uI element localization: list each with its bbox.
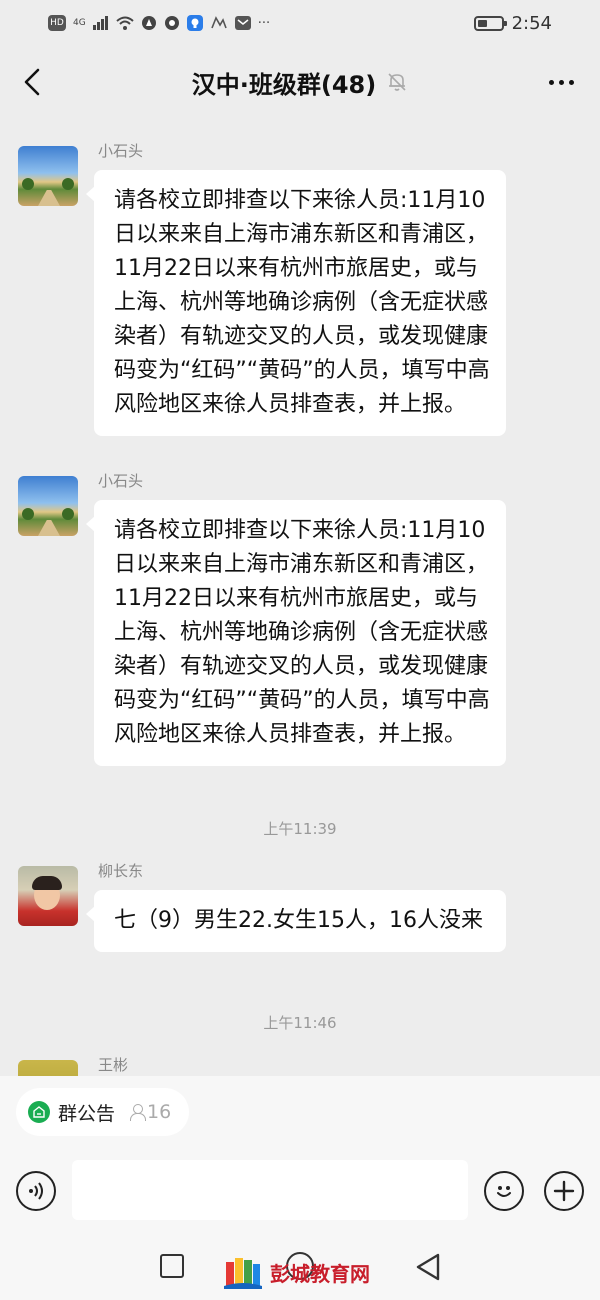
notice-count: 16 bbox=[129, 1101, 171, 1123]
time-separator: 上午11:46 bbox=[263, 1014, 337, 1032]
message-item: 柳长东 七（9）男生22.女生15人，16人没来 bbox=[18, 862, 588, 952]
voice-icon bbox=[29, 1182, 43, 1200]
smiley-icon bbox=[497, 1186, 511, 1197]
status-bar: HD 4G ··· 2:54 bbox=[0, 0, 600, 46]
road-shape bbox=[38, 190, 60, 206]
tree-shape bbox=[62, 508, 74, 520]
landscape-avatar[interactable] bbox=[18, 146, 78, 206]
plus-icon bbox=[553, 1180, 575, 1202]
wifi-icon bbox=[116, 16, 134, 30]
chat-title: 汉中·班级群(48) bbox=[191, 70, 377, 99]
emoji-button[interactable] bbox=[484, 1171, 524, 1211]
network-type-label: 4G bbox=[73, 18, 86, 28]
app-notification-icon bbox=[210, 16, 227, 29]
hair-shape bbox=[32, 876, 62, 890]
message-list[interactable]: 小石头 请各校立即排查以下来徐人员:11月10日以来来自上海市浦东新区和青浦区，… bbox=[0, 118, 600, 1076]
message-item: 小石头 请各校立即排查以下来徐人员:11月10日以来来自上海市浦东新区和青浦区，… bbox=[18, 472, 588, 766]
title-group: 汉中·班级群(48) bbox=[192, 65, 408, 100]
location-app-icon bbox=[141, 16, 156, 30]
chevron-left-icon bbox=[24, 68, 40, 96]
clock: 2:54 bbox=[511, 12, 552, 34]
bulb-app-icon bbox=[186, 15, 203, 31]
message-item: 小石头 请各校立即排查以下来徐人员:11月10日以来来自上海市浦东新区和青浦区，… bbox=[18, 142, 588, 436]
hd-badge: HD bbox=[48, 15, 66, 31]
time-separator: 上午11:39 bbox=[263, 820, 337, 838]
more-notifications-icon: ··· bbox=[257, 15, 271, 31]
more-dot bbox=[548, 79, 554, 85]
mute-bell-icon bbox=[388, 73, 406, 91]
books-logo-icon bbox=[224, 1258, 262, 1289]
field-avatar[interactable] bbox=[18, 1060, 78, 1076]
message-bubble[interactable]: 七（9）男生22.女生15人，16人没来 bbox=[86, 890, 506, 952]
signal-icon bbox=[92, 16, 108, 30]
notice-count-value: 16 bbox=[147, 1101, 172, 1123]
message-bubble[interactable]: 请各校立即排查以下来徐人员:11月10日以来来自上海市浦东新区和青浦区，11月2… bbox=[86, 500, 506, 766]
watermark: 彭城教育网 bbox=[224, 1254, 370, 1290]
sender-name: 小石头 bbox=[98, 472, 144, 490]
more-functions-button[interactable] bbox=[544, 1171, 584, 1211]
mail-app-icon bbox=[234, 16, 251, 30]
message-bubble[interactable]: 请各校立即排查以下来徐人员:11月10日以来来自上海市浦东新区和青浦区，11月2… bbox=[86, 170, 506, 436]
road-shape bbox=[38, 520, 60, 536]
back-button[interactable] bbox=[14, 64, 50, 100]
notice-icon bbox=[28, 1101, 50, 1123]
sender-name: 小石头 bbox=[98, 142, 144, 160]
recent-apps-button[interactable] bbox=[160, 1254, 184, 1278]
group-notice-button[interactable]: 群公告 16 bbox=[16, 1088, 190, 1136]
voice-input-button[interactable] bbox=[16, 1171, 56, 1211]
chat-header: 汉中·班级群(48) bbox=[0, 46, 600, 118]
tree-shape bbox=[22, 508, 34, 520]
tree-shape bbox=[62, 178, 74, 190]
status-icons-left: HD 4G ··· bbox=[48, 15, 270, 31]
notice-label: 群公告 bbox=[58, 1102, 116, 1125]
sender-name: 柳长东 bbox=[98, 862, 144, 880]
battery-icon bbox=[473, 15, 507, 31]
person-icon bbox=[129, 1103, 147, 1121]
more-dot bbox=[558, 79, 564, 85]
browser-app-icon bbox=[164, 16, 179, 30]
more-options-button[interactable] bbox=[544, 68, 578, 96]
nav-back-icon[interactable] bbox=[414, 1252, 442, 1282]
child-avatar[interactable] bbox=[18, 866, 78, 926]
landscape-avatar[interactable] bbox=[18, 476, 78, 536]
bottom-panel: 群公告 16 彭城教育网 bbox=[0, 1076, 600, 1300]
status-icons-right: 2:54 bbox=[473, 12, 552, 34]
message-input[interactable] bbox=[72, 1160, 468, 1220]
sender-name: 王彬 bbox=[98, 1056, 129, 1074]
input-row bbox=[0, 1160, 600, 1222]
watermark-text: 彭城教育网 bbox=[270, 1261, 370, 1286]
tree-shape bbox=[22, 178, 34, 190]
more-dot bbox=[568, 79, 574, 85]
